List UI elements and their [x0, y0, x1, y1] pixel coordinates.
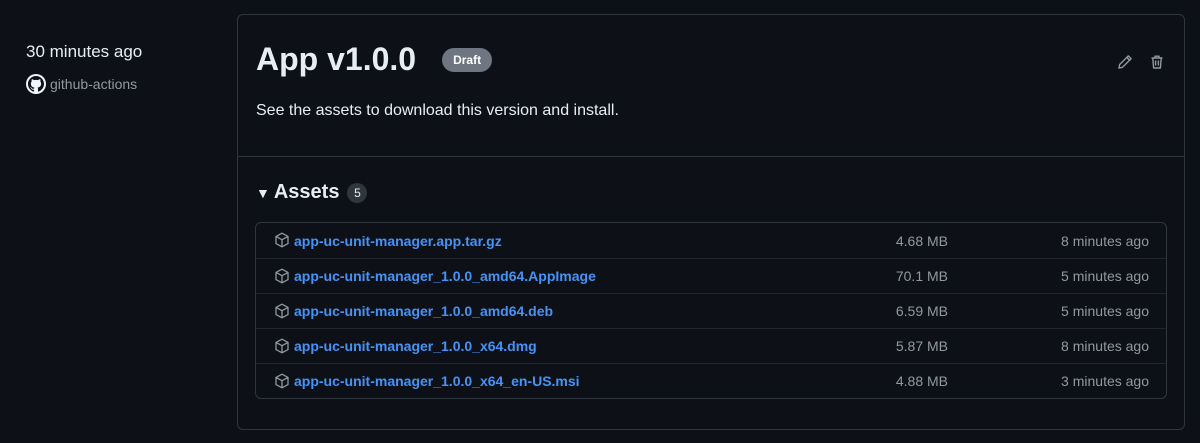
draft-badge: Draft: [442, 47, 493, 72]
assets-toggle[interactable]: ▼ Assets 5: [256, 181, 368, 204]
asset-age: 8 minutes ago: [1061, 338, 1149, 354]
github-icon: [26, 74, 46, 94]
release-author[interactable]: github-actions: [26, 74, 142, 94]
asset-row: app-uc-unit-manager.app.tar.gz 4.68 MB 8 m…: [256, 223, 1166, 258]
asset-row: app-uc-unit-manager_1.0.0_x64.dmg 5.87 MB…: [256, 328, 1166, 363]
release-meta: 30 minutes ago github-actions: [26, 42, 142, 94]
release-title[interactable]: App v1.0.0: [256, 41, 416, 78]
asset-size: 6.59 MB: [895, 303, 948, 319]
package-icon: [274, 338, 290, 354]
asset-link[interactable]: app-uc-unit-manager_1.0.0_x64.dmg: [294, 338, 537, 354]
pencil-icon[interactable]: [1116, 53, 1134, 71]
asset-row: app-uc-unit-manager_1.0.0_amd64.AppImage…: [256, 258, 1166, 293]
asset-size: 70.1 MB: [895, 268, 948, 284]
asset-row: app-uc-unit-manager_1.0.0_amd64.deb 6.59 …: [256, 293, 1166, 328]
section-divider: [238, 156, 1184, 157]
asset-age: 5 minutes ago: [1061, 303, 1149, 319]
asset-size: 4.68 MB: [895, 232, 948, 249]
package-icon: [274, 268, 290, 284]
asset-link[interactable]: app-uc-unit-manager_1.0.0_amd64.deb: [294, 303, 553, 319]
release-card: App v1.0.0 Draft See the assets to downl…: [237, 14, 1185, 430]
assets-heading: Assets: [273, 181, 340, 203]
asset-link[interactable]: app-uc-unit-manager_1.0.0_amd64.AppImage: [294, 268, 596, 284]
package-icon: [274, 232, 290, 248]
author-name: github-actions: [50, 76, 138, 92]
release-actions: [1116, 53, 1166, 71]
asset-row: app-uc-unit-manager_1.0.0_x64_en-US.msi 4…: [256, 363, 1166, 398]
release-header: App v1.0.0 Draft: [256, 41, 493, 78]
asset-size: 4.88 MB: [895, 373, 948, 389]
assets-count: 5: [347, 182, 368, 203]
asset-link[interactable]: app-uc-unit-manager.app.tar.gz: [294, 233, 502, 249]
asset-age: 5 minutes ago: [1061, 268, 1149, 284]
asset-link[interactable]: app-uc-unit-manager_1.0.0_x64_en-US.msi: [294, 373, 580, 389]
assets-list: app-uc-unit-manager.app.tar.gz 4.68 MB 8 m…: [255, 222, 1167, 399]
asset-size: 5.87 MB: [895, 338, 948, 354]
caret-down-icon: ▼: [256, 184, 270, 201]
package-icon: [274, 303, 290, 319]
release-time[interactable]: 30 minutes ago: [26, 42, 142, 62]
package-icon: [274, 373, 290, 389]
trash-icon[interactable]: [1148, 53, 1166, 71]
asset-age: 3 minutes ago: [1061, 373, 1149, 389]
release-description: See the assets to download this version …: [256, 102, 619, 119]
asset-age: 8 minutes ago: [1061, 232, 1149, 249]
